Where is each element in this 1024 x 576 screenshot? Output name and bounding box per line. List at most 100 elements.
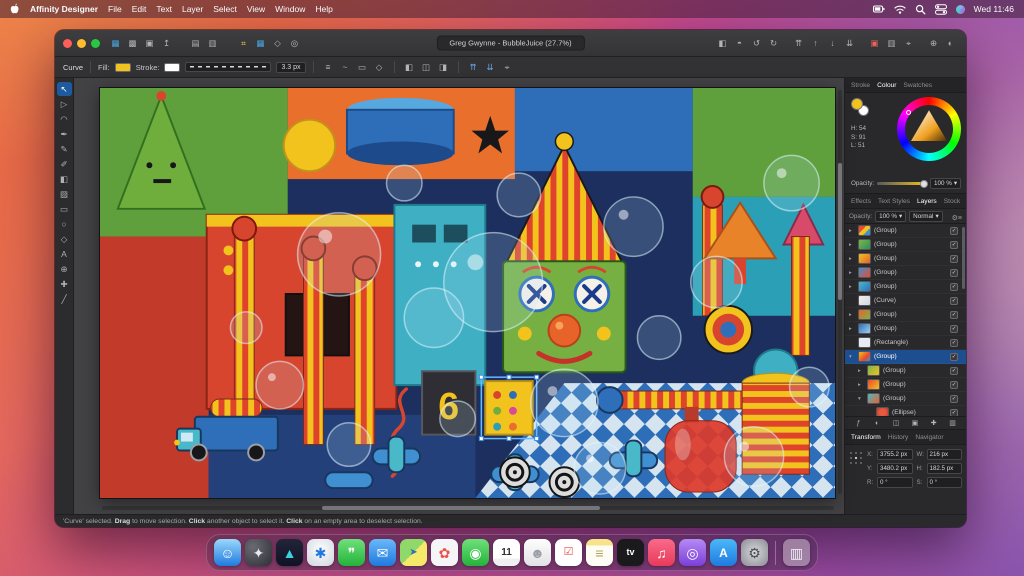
- layer-visibility-checkbox[interactable]: ✓: [950, 381, 958, 389]
- layer-visibility-checkbox[interactable]: ✓: [950, 311, 958, 319]
- adjustment-icon[interactable]: ◐: [870, 418, 885, 429]
- transform-field[interactable]: Y: 3480.2 px: [867, 463, 913, 474]
- contacts-icon[interactable]: ☻: [524, 539, 551, 566]
- battery-icon[interactable]: [873, 3, 885, 15]
- fill-stroke-selector[interactable]: [851, 98, 871, 118]
- layer-row[interactable]: ▸ (Group) ✓: [845, 252, 966, 266]
- panel-tab[interactable]: Swatches: [901, 80, 936, 91]
- display-mode-icon[interactable]: ◐: [943, 36, 958, 51]
- menu-clock[interactable]: Wed 11:46: [974, 4, 1014, 14]
- pixel-persona-icon[interactable]: ▩: [125, 36, 140, 51]
- facetime-icon[interactable]: ◉: [462, 539, 489, 566]
- designer-persona-icon[interactable]: ▦: [108, 36, 123, 51]
- photos-icon[interactable]: ✿: [431, 539, 458, 566]
- layer-row[interactable]: ▸ (Group) ✓: [845, 280, 966, 294]
- safari-icon[interactable]: ✱: [307, 539, 334, 566]
- layer-visibility-checkbox[interactable]: ✓: [950, 367, 958, 375]
- zoom-options-icon[interactable]: ⊕: [926, 36, 941, 51]
- trash-icon[interactable]: ▥: [783, 539, 810, 566]
- panel-tab[interactable]: History: [885, 432, 912, 443]
- layer-row[interactable]: (Curve) ✓: [845, 294, 966, 308]
- panel-tab[interactable]: Navigator: [912, 432, 946, 443]
- align-right-icon[interactable]: ◨: [436, 60, 451, 75]
- pencil-tool[interactable]: ✎: [57, 142, 72, 156]
- layer-expand-arrow[interactable]: ▸: [858, 382, 864, 388]
- transform-field[interactable]: R: 0 °: [867, 477, 913, 488]
- align-left-icon[interactable]: ◧: [402, 60, 417, 75]
- layer-row[interactable]: ▸ (Group) ✓: [845, 364, 966, 378]
- fill-colour-well[interactable]: [851, 98, 863, 110]
- vector-brush-tool[interactable]: ✐: [57, 157, 72, 171]
- window-titlebar[interactable]: ▦▩▣↥ ▤▥ ⌗▦◇◎ Greg Gwynne - BubbleJuice (…: [55, 30, 966, 57]
- move-to-back-icon[interactable]: ⇊: [842, 36, 857, 51]
- transform-field-value[interactable]: 3755.2 px: [877, 449, 913, 460]
- mask-icon[interactable]: ◫: [889, 418, 904, 429]
- share-icon[interactable]: ↥: [159, 36, 174, 51]
- layer-row[interactable]: ▾ (Group) ✓: [845, 350, 966, 364]
- layer-row[interactable]: ▸ (Group) ✓: [845, 238, 966, 252]
- move-forward-icon[interactable]: ↑: [808, 36, 823, 51]
- control-center-icon[interactable]: [935, 4, 947, 15]
- document-setup-icon[interactable]: ▥: [205, 36, 220, 51]
- rectangle-tool[interactable]: ▭: [57, 202, 72, 216]
- zoom-tool[interactable]: ⊕: [57, 262, 72, 276]
- colour-wheel[interactable]: [897, 97, 961, 161]
- layer-visibility-checkbox[interactable]: ✓: [950, 241, 958, 249]
- transform-field[interactable]: W: 216 px: [917, 449, 963, 460]
- launchpad-icon[interactable]: ✦: [245, 539, 272, 566]
- layer-expand-arrow[interactable]: ▸: [849, 326, 855, 332]
- stroke-panel-icon[interactable]: ≡: [321, 60, 336, 75]
- layer-visibility-checkbox[interactable]: ✓: [950, 227, 958, 235]
- podcasts-icon[interactable]: ◎: [679, 539, 706, 566]
- calendar-icon[interactable]: 11: [493, 539, 520, 566]
- panel-tab[interactable]: Text Styles: [875, 196, 913, 207]
- siri-icon[interactable]: [956, 5, 965, 14]
- rotate-ccw-icon[interactable]: ↺: [749, 36, 764, 51]
- flip-horizontal-icon[interactable]: ◧: [715, 36, 730, 51]
- align-center-icon[interactable]: ◫: [419, 60, 434, 75]
- insert-behind-icon[interactable]: ▥: [884, 36, 899, 51]
- stroke-width-value[interactable]: 3.3 px: [276, 62, 305, 73]
- layer-expand-arrow[interactable]: ▸: [849, 284, 855, 290]
- layer-row[interactable]: ▾ (Group) ✓: [845, 392, 966, 406]
- layer-visibility-checkbox[interactable]: ✓: [950, 297, 958, 305]
- export-persona-icon[interactable]: ▣: [142, 36, 157, 51]
- blend-mode-select[interactable]: Normal▾: [909, 211, 942, 222]
- layer-row[interactable]: ▸ (Group) ✓: [845, 378, 966, 392]
- shape-tool[interactable]: ◇: [57, 232, 72, 246]
- canvas-area[interactable]: A: [74, 78, 844, 514]
- text-tool[interactable]: A: [57, 247, 72, 261]
- rotate-cw-icon[interactable]: ↻: [766, 36, 781, 51]
- panel-tab[interactable]: Transform: [848, 432, 884, 443]
- layer-visibility-checkbox[interactable]: ✓: [950, 255, 958, 263]
- insert-inside-icon[interactable]: ▣: [867, 36, 882, 51]
- layer-expand-arrow[interactable]: ▾: [849, 354, 855, 360]
- anchor-point-selector[interactable]: [849, 451, 863, 465]
- move-backward-icon[interactable]: ↓: [825, 36, 840, 51]
- transform-origin-icon[interactable]: ⌖: [500, 60, 515, 75]
- canvas-horizontal-scrollbar[interactable]: [102, 506, 834, 510]
- fill-swatch[interactable]: [115, 63, 131, 72]
- colour-picker-tool[interactable]: ╱: [57, 292, 72, 306]
- group-layers-icon[interactable]: ▣: [907, 418, 922, 429]
- snapping-icon[interactable]: ⌗: [236, 36, 251, 51]
- layer-expand-arrow[interactable]: ▸: [858, 368, 864, 374]
- symbol-icon[interactable]: ◇: [270, 36, 285, 51]
- layer-expand-arrow[interactable]: ▸: [849, 228, 855, 234]
- layer-expand-arrow[interactable]: ▸: [849, 270, 855, 276]
- add-layer-icon[interactable]: ✚: [926, 418, 941, 429]
- view-tool[interactable]: ✚: [57, 277, 72, 291]
- order-back-icon[interactable]: ⇊: [483, 60, 498, 75]
- canvas-artwork[interactable]: A: [100, 88, 835, 498]
- layer-row[interactable]: (Rectangle) ✓: [845, 336, 966, 350]
- layers-scrollbar[interactable]: [962, 227, 965, 289]
- transparency-tool[interactable]: ▨: [57, 187, 72, 201]
- layer-expand-arrow[interactable]: ▸: [849, 256, 855, 262]
- messages-icon[interactable]: ❞: [338, 539, 365, 566]
- stroke-style-preview[interactable]: [185, 62, 271, 72]
- wifi-icon[interactable]: [894, 4, 906, 15]
- zoom-button[interactable]: [91, 39, 100, 48]
- panel-tab[interactable]: Stock: [941, 196, 964, 207]
- menu-item[interactable]: Select: [213, 4, 237, 14]
- music-icon[interactable]: ♫: [648, 539, 675, 566]
